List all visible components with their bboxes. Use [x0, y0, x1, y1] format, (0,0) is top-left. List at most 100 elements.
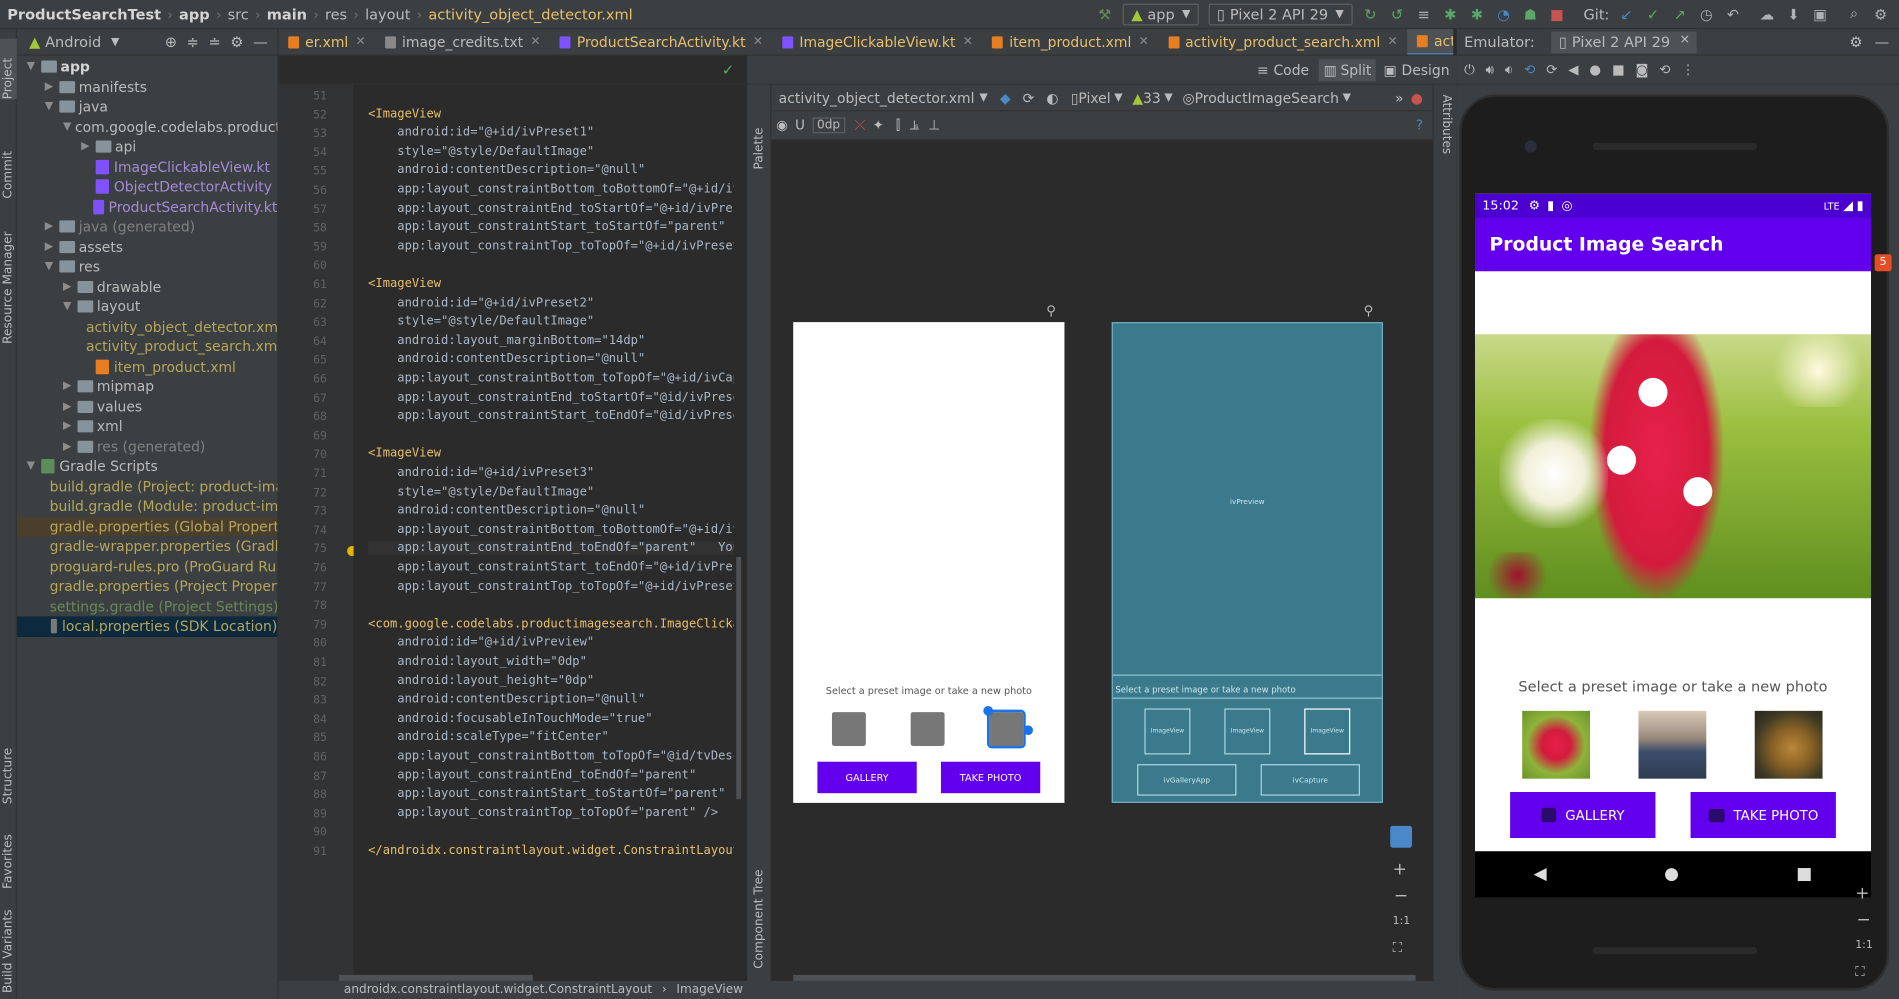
chevron-right-icon[interactable]: ▶ — [63, 441, 78, 453]
fit-screen-icon[interactable]: ⛶ — [1393, 940, 1402, 957]
avd-manager-icon[interactable]: ☁ — [1756, 3, 1778, 25]
blueprint-imageview-2[interactable]: ImageView — [1224, 708, 1271, 755]
design-device-select[interactable]: Pixel — [1078, 89, 1110, 106]
code-line[interactable]: style="@style/DefaultImage" — [368, 315, 594, 328]
rerun-icon[interactable]: ≡ — [1413, 3, 1435, 25]
code-line[interactable]: app:layout_constraintStart_toEndOf="@+id… — [368, 561, 741, 574]
layers-icon[interactable]: ◆ — [1000, 89, 1011, 106]
eye-icon[interactable]: ◉ — [776, 117, 788, 133]
chevron-down-icon[interactable]: ▼ — [45, 101, 60, 113]
blueprint-capture[interactable]: ivCapture — [1260, 764, 1360, 796]
hide-icon[interactable]: — — [253, 33, 268, 50]
debug-icon[interactable]: ✱ — [1439, 3, 1461, 25]
tree-item[interactable]: ImageClickableView.kt — [17, 157, 277, 177]
tree-item[interactable]: item_product.xml — [17, 357, 277, 377]
tab-favorites[interactable]: Favorites — [0, 816, 17, 889]
tree-item[interactable]: ▶ values — [17, 397, 277, 417]
detected-object-dot[interactable] — [1638, 377, 1668, 407]
snapshot-icon[interactable]: ⟲ — [1659, 62, 1670, 78]
git-update-icon[interactable]: ↙ — [1615, 3, 1637, 25]
code-line[interactable]: android:id="@+id/ivPreset2" — [368, 296, 594, 309]
tree-item[interactable]: settings.gradle (Project Settings) — [17, 596, 278, 616]
breadcrumb-layout[interactable]: layout — [361, 5, 414, 22]
nav-home-icon[interactable]: ● — [1664, 865, 1679, 884]
device-manager-icon[interactable]: ▣ — [1809, 3, 1831, 25]
tree-item[interactable]: gradle.properties (Project Propert — [17, 576, 278, 596]
code-line[interactable]: android:id="@+id/ivPreset1" — [368, 126, 594, 139]
preset-thumbnail-2[interactable] — [1638, 710, 1707, 779]
tab-structure[interactable]: Structure — [0, 731, 17, 804]
tree-item[interactable]: proguard-rules.pro (ProGuard Rul — [17, 556, 278, 576]
mode-split-button[interactable]: ▥ Split — [1318, 58, 1377, 81]
code-line[interactable]: </androidx.constraintlayout.widget.Const… — [368, 844, 741, 857]
tree-item[interactable]: ▼ Gradle Scripts — [17, 457, 277, 477]
attach-debugger-icon[interactable]: ✱ — [1466, 3, 1488, 25]
code-line[interactable]: app:layout_constraintEnd_toEndOf="parent… — [368, 768, 696, 781]
code-line[interactable]: app:layout_constraintStart_toStartOf="pa… — [368, 787, 725, 800]
rotate-right-icon[interactable]: ⟳ — [1546, 62, 1557, 78]
volume-down-icon[interactable]: 🔉︎ — [1505, 61, 1513, 78]
nav-recents-icon[interactable]: ■ — [1796, 865, 1812, 884]
code-line[interactable]: app:layout_constraintEnd_toStartOf="@+id… — [368, 202, 741, 215]
tree-item[interactable]: local.properties (SDK Location) — [16, 616, 278, 637]
close-icon[interactable]: ✕ — [753, 35, 763, 48]
stop-icon[interactable]: ■ — [1546, 3, 1568, 25]
code-line[interactable]: android:layout_width="0dp" — [368, 655, 587, 668]
tree-item[interactable]: ▼ com.google.codelabs.productin — [17, 117, 277, 137]
gear-icon[interactable]: ⚙ — [230, 33, 243, 50]
breadcrumb-app[interactable]: app — [175, 5, 213, 22]
tree-item[interactable]: ▶ mipmap — [17, 377, 277, 397]
emulator-device-tab[interactable]: ▯ Pixel 2 API 29 ✕ — [1551, 30, 1698, 53]
project-name[interactable]: ProductSearchTest — [0, 5, 165, 22]
apply-changes-icon[interactable]: ↻ — [1359, 3, 1381, 25]
emu-fit-icon[interactable]: ⛶ — [1855, 964, 1864, 981]
code-line[interactable]: app:layout_constraintTop_toTopOf="@+id/i… — [368, 240, 741, 253]
git-push-icon[interactable]: ↗ — [1669, 3, 1691, 25]
tab-build-variants[interactable]: Build Variants — [0, 901, 17, 993]
tree-item[interactable]: activity_object_detector.xml — [17, 317, 277, 337]
code-line[interactable]: app:layout_constraintBottom_toTopOf="@+i… — [368, 372, 741, 385]
overview-icon[interactable]: ■ — [1612, 62, 1625, 78]
tab-resource-manager[interactable]: Resource Manager — [0, 211, 17, 343]
take-photo-button[interactable]: TAKE PHOTO — [1690, 791, 1836, 839]
code-line[interactable]: app:layout_constraintStart_toEndOf="@id/… — [368, 410, 741, 423]
design-preview[interactable]: Select a preset image or take a new phot… — [793, 322, 1065, 803]
guidelines-icon[interactable]: ⫿ — [896, 117, 900, 134]
code-line[interactable]: android:layout_height="0dp" — [368, 674, 594, 687]
code-line[interactable]: android:focusableInTouchMode="true" — [368, 712, 652, 725]
code-editor[interactable]: <ImageView android:id="@+id/ivPreset1" s… — [353, 84, 742, 981]
code-line[interactable]: android:contentDescription="@null" — [368, 353, 645, 366]
chevron-down-icon[interactable]: ▼ — [45, 261, 60, 273]
help-icon[interactable]: ? — [1416, 117, 1423, 133]
preset-image-3-icon[interactable] — [986, 709, 1026, 749]
pin-icon[interactable]: ⚲ — [1046, 303, 1056, 319]
code-line[interactable]: android:id="@+id/ivPreset3" — [368, 466, 594, 479]
tab-item-product-xml[interactable]: item_product.xml ✕ — [983, 29, 1159, 54]
breadcrumb-src[interactable]: src — [224, 5, 252, 22]
emu-zoom-in[interactable]: + — [1855, 884, 1869, 903]
git-commit-icon[interactable]: ✓ — [1642, 3, 1664, 25]
chevron-right-icon[interactable]: ▶ — [63, 401, 78, 413]
chevron-right-icon[interactable]: ▶ — [45, 81, 60, 93]
back-icon[interactable]: ◀ — [1568, 62, 1578, 78]
tree-item[interactable]: build.gradle (Project: product-ima — [17, 477, 278, 497]
tree-item[interactable]: ▶ java (generated) — [17, 217, 277, 237]
preview-gallery-button[interactable]: GALLERY — [817, 761, 917, 794]
rollback-icon[interactable]: ↶ — [1722, 3, 1744, 25]
tree-item[interactable]: ▶ api — [17, 137, 277, 157]
breadcrumb-file[interactable]: activity_object_detector.xml — [425, 5, 637, 22]
tab-project[interactable]: Project — [0, 38, 17, 100]
tree-item[interactable]: ▶ manifests — [17, 77, 277, 97]
collapse-all-icon[interactable]: ≐ — [209, 33, 221, 50]
preview-photo[interactable] — [1474, 334, 1871, 599]
locate-icon[interactable]: ⊕ — [165, 33, 177, 50]
blueprint-imageview-1[interactable]: ImageView — [1144, 708, 1191, 755]
tab-imageclickableview-kt[interactable]: ImageClickableView.kt ✕ — [773, 29, 983, 54]
tab-image-credits-txt[interactable]: image_credits.txt ✕ — [375, 29, 550, 54]
tab-er-xml[interactable]: er.xml ✕ — [279, 29, 376, 54]
tab-commit[interactable]: Commit — [0, 138, 17, 199]
code-line[interactable]: app:layout_constraintBottom_toBottomOf="… — [368, 523, 741, 536]
mode-design-button[interactable]: Design — [1401, 61, 1449, 78]
editor-scrollbar[interactable] — [733, 84, 744, 981]
code-line[interactable]: app:layout_constraintEnd_toStartOf="@id/… — [368, 391, 741, 404]
